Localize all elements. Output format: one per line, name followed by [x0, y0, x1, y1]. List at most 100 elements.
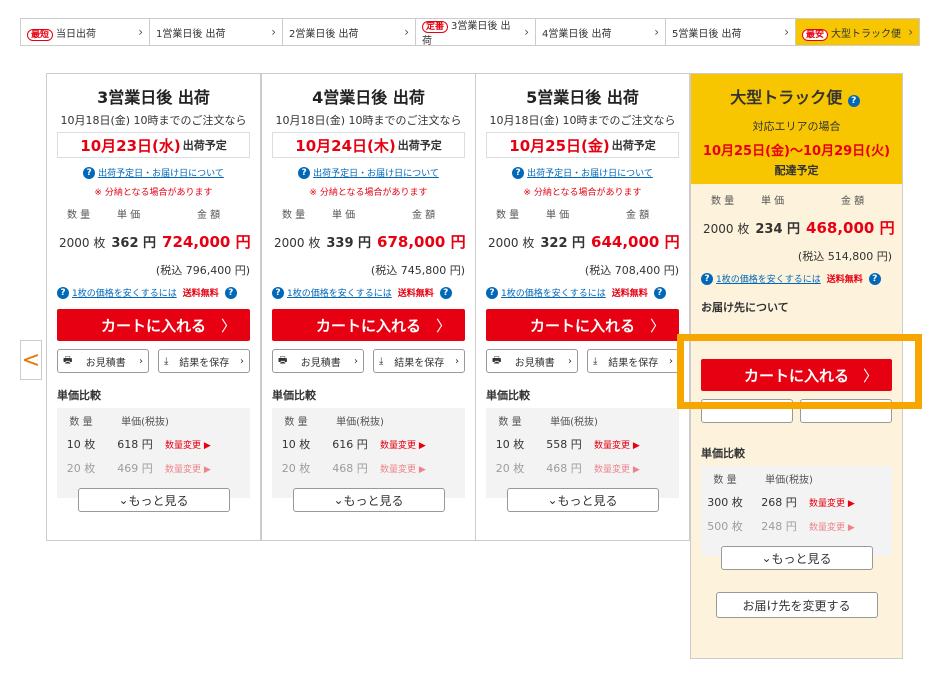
quote-label: お見積書 [514, 357, 555, 369]
price-qty: 2000 枚 [59, 236, 106, 250]
cheaper-link[interactable]: 1枚の価格を安くするには [72, 286, 177, 299]
quote-button[interactable]: 🖶 お見積書 › [272, 349, 364, 373]
show-more-button[interactable]: ⌄ もっと見る [720, 546, 873, 570]
destination-heading: お届け先について [701, 301, 789, 314]
shipping-column: 3営業日後 出荷 10月18日(金) 10時までのご注文なら 10月23日(水)… [46, 73, 261, 541]
tab-truck[interactable]: 最安 大型トラック便 › [796, 18, 920, 46]
doc-buttons: 🖶 お見積書 › ⤓ 結果を保存 › [57, 349, 250, 373]
row-price: 558 円 [546, 438, 582, 451]
save-label: 結果を保存 [179, 357, 230, 369]
doc-buttons: 🖶 お見積書 › ⤓ 結果を保存 › [486, 349, 679, 373]
show-more-button[interactable]: ⌄ もっと見る [506, 488, 659, 512]
price-amount: 724,000 円 [162, 233, 251, 251]
save-button[interactable]: ⤓ 結果を保存 › [587, 349, 679, 373]
col-price: 単価(税抜) [121, 416, 169, 428]
cheaper-link[interactable]: 1枚の価格を安くするには [501, 286, 606, 299]
chevron-down-icon: ⌄ [761, 551, 772, 565]
show-more-button[interactable]: ⌄ もっと見る [292, 488, 445, 512]
row-price: 468 円 [546, 462, 582, 475]
help-icon[interactable]: ? [57, 286, 69, 299]
tab-label: 4営業日後 出荷 [542, 28, 612, 40]
cheaper-info: ? 1枚の価格を安くするには 送料無料? [486, 286, 689, 299]
chevron-down-icon: ⌄ [333, 493, 344, 507]
order-cutoff: 10月18日(金) 10時までのご注文なら [60, 114, 247, 127]
quote-button[interactable]: 🖶 お見積書 › [486, 349, 578, 373]
change-qty-link[interactable]: 数量変更 ▶ [165, 462, 250, 475]
help-icon[interactable]: ? [847, 95, 860, 107]
chevron-right-icon: › [454, 355, 459, 367]
tab-5-day[interactable]: 5営業日後 出荷 › [666, 18, 796, 46]
table-row: 20 枚 469 円数量変更 ▶ [57, 456, 250, 480]
truck-header: 大型トラック便 ? 対応エリアの場合 10月25日(金)～10月29日(火) 配… [691, 74, 902, 184]
help-icon[interactable]: ? [439, 286, 452, 299]
tab-4-day[interactable]: 4営業日後 出荷 › [536, 18, 666, 46]
price-unit: 322 円 [540, 236, 586, 251]
show-more-button[interactable]: ⌄ もっと見る [77, 488, 230, 512]
price-amount: 644,000 円 [591, 233, 680, 251]
table-row: 10 枚 618 円数量変更 ▶ [57, 432, 250, 456]
download-icon: ⤓ [593, 355, 598, 367]
chevron-right-icon: › [567, 355, 572, 367]
help-icon[interactable]: ? [486, 286, 498, 299]
compare-heading: 単価比較 [701, 447, 745, 460]
date-info-link[interactable]: ? 出荷予定日・お届け日について [476, 166, 689, 179]
price-unit: 234 円 [755, 222, 801, 237]
qty-header: 数 量 [711, 196, 735, 207]
help-icon[interactable]: ? [224, 286, 237, 299]
prev-arrow-button[interactable]: < [20, 340, 42, 380]
tab-1-day[interactable]: 1営業日後 出荷 › [150, 18, 283, 46]
ship-date-box: 10月23日(水) 出荷予定 [57, 132, 250, 158]
cart-label: カートに入れる [529, 316, 635, 335]
price-header: 数 量単 価金 額 [711, 192, 902, 207]
help-icon[interactable]: ? [868, 272, 881, 285]
price-tax: (税込 745,800 円) [370, 264, 465, 277]
change-destination-button[interactable]: お届け先を変更する [715, 592, 878, 618]
change-qty-link[interactable]: 数量変更 ▶ [380, 438, 465, 451]
help-icon[interactable]: ? [701, 272, 713, 285]
add-to-cart-button[interactable]: カートに入れる〉 [57, 309, 250, 341]
col-qty: 数 量 [284, 416, 308, 428]
cheaper-info: ? 1枚の価格を安くするには 送料無料? [701, 272, 902, 285]
change-qty-link[interactable]: 数量変更 ▶ [809, 520, 892, 533]
unit-header: 単 価 [117, 210, 141, 221]
show-more-label: もっと見る [771, 551, 832, 566]
chevron-left-icon: < [21, 347, 41, 373]
date-info-link[interactable]: ? 出荷予定日・お届け日について [47, 166, 260, 179]
price-header: 数 量単 価金 額 [282, 206, 475, 221]
quote-button[interactable]: 🖶 お見積書 › [57, 349, 149, 373]
tab-2-day[interactable]: 2営業日後 出荷 › [283, 18, 416, 46]
cart-label: カートに入れる [315, 316, 421, 335]
change-qty-link[interactable]: 数量変更 ▶ [165, 438, 250, 451]
price-header: 数 量単 価金 額 [496, 206, 689, 221]
shipping-column: 4営業日後 出荷 10月18日(金) 10時までのご注文なら 10月24日(木)… [261, 73, 476, 541]
help-icon: ? [512, 166, 525, 179]
table-row: 300 枚 268 円数量変更 ▶ [701, 490, 892, 514]
truck-delivery-label: 配達予定 [774, 164, 819, 177]
tab-same-day[interactable]: 最短 当日出荷 › [20, 18, 150, 46]
chevron-right-icon: › [524, 25, 529, 39]
price-row: 2000 枚 362 円 724,000 円 [59, 231, 260, 252]
truck-title-text: 大型トラック便 [730, 88, 843, 107]
compare-heading: 単価比較 [272, 389, 316, 402]
help-icon[interactable]: ? [272, 286, 284, 299]
tab-3-day[interactable]: 定番 3営業日後 出荷 › [416, 18, 536, 47]
chevron-right-icon: 〉 [220, 316, 236, 335]
date-info-label: 出荷予定日・お届け日について [527, 169, 653, 179]
price-row: 2000 枚 339 円 678,000 円 [274, 231, 475, 252]
add-to-cart-button[interactable]: カートに入れる〉 [272, 309, 465, 341]
change-qty-link[interactable]: 数量変更 ▶ [594, 438, 679, 451]
save-button[interactable]: ⤓ 結果を保存 › [373, 349, 465, 373]
change-qty-link[interactable]: 数量変更 ▶ [380, 462, 465, 475]
date-info-link[interactable]: ? 出荷予定日・お届け日について [262, 166, 475, 179]
col-qty: 数 量 [69, 416, 93, 428]
ship-date-box: 10月24日(木) 出荷予定 [272, 132, 465, 158]
help-icon[interactable]: ? [653, 286, 666, 299]
cheaper-link[interactable]: 1枚の価格を安くするには [716, 272, 821, 285]
cheaper-link[interactable]: 1枚の価格を安くするには [287, 286, 392, 299]
price-row: 2000 枚 322 円 644,000 円 [488, 231, 689, 252]
change-qty-link[interactable]: 数量変更 ▶ [594, 462, 679, 475]
change-qty-link[interactable]: 数量変更 ▶ [809, 496, 892, 509]
add-to-cart-button[interactable]: カートに入れる〉 [486, 309, 679, 341]
save-button[interactable]: ⤓ 結果を保存 › [158, 349, 250, 373]
amount-header: 金 額 [626, 210, 650, 221]
